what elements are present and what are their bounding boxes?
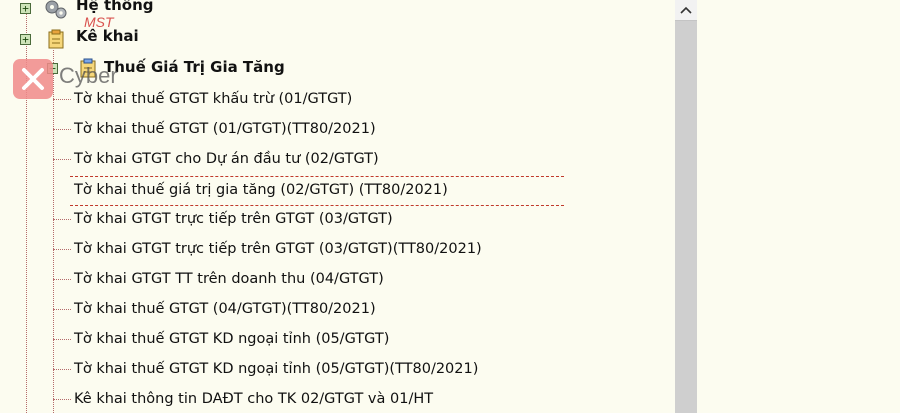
- chevron-up-icon: [680, 6, 692, 14]
- logo-text: Cyber: [59, 63, 118, 88]
- tree-line: [53, 279, 71, 280]
- tree-line: [53, 219, 71, 220]
- tree-view[interactable]: + Hệ thống + Kê khai − Thuế Giá Trị Gia …: [0, 0, 675, 413]
- tree-item-04-gtgt-tt80[interactable]: Tờ khai thuế GTGT (04/GTGT)(TT80/2021): [74, 295, 376, 323]
- tree-line: [53, 249, 71, 250]
- tree-line: [53, 369, 71, 370]
- detail-pane: [697, 0, 900, 413]
- cyber-logo: Cyber: [13, 59, 158, 99]
- tree-item-04-gtgt[interactable]: Tờ khai GTGT TT trên doanh thu (04/GTGT): [74, 265, 384, 293]
- tree-node-label: Hệ thống: [76, 0, 154, 14]
- tree-line: [53, 309, 71, 310]
- tree-line: [53, 339, 71, 340]
- close-x-icon: [22, 68, 44, 90]
- tree-item-03-gtgt[interactable]: Tờ khai GTGT trực tiếp trên GTGT (03/GTG…: [74, 205, 393, 233]
- tree-line: [53, 99, 71, 100]
- tree-item-05-gtgt-tt80[interactable]: Tờ khai thuế GTGT KD ngoại tỉnh (05/GTGT…: [74, 355, 478, 383]
- tree-item-05-gtgt[interactable]: Tờ khai thuế GTGT KD ngoại tỉnh (05/GTGT…: [74, 325, 389, 353]
- document-pen-icon: [48, 29, 64, 49]
- tree-item-02-gtgt[interactable]: Tờ khai GTGT cho Dự án đầu tư (02/GTGT): [74, 145, 379, 173]
- gear-icon: [45, 0, 67, 19]
- scroll-up-button[interactable]: [675, 0, 697, 21]
- tree-line: [53, 399, 71, 400]
- expand-toggle[interactable]: +: [20, 34, 31, 45]
- tree-line: [53, 129, 71, 130]
- vertical-scrollbar[interactable]: [675, 0, 697, 413]
- tree-item-01-gtgt-tt80[interactable]: Tờ khai thuế GTGT (01/GTGT)(TT80/2021): [74, 115, 376, 143]
- tree-item-ke-khai-daet[interactable]: Kê khai thông tin DAĐT cho TK 02/GTGT và…: [74, 385, 433, 413]
- tree-line: [53, 50, 54, 413]
- tree-item-02-gtgt-tt80[interactable]: Tờ khai thuế giá trị gia tăng (02/GTGT) …: [70, 176, 564, 206]
- mst-label: MST: [84, 14, 114, 30]
- tree-item-03-gtgt-tt80[interactable]: Tờ khai GTGT trực tiếp trên GTGT (03/GTG…: [74, 235, 482, 263]
- tree-line: [53, 159, 71, 160]
- expand-toggle[interactable]: +: [20, 3, 31, 14]
